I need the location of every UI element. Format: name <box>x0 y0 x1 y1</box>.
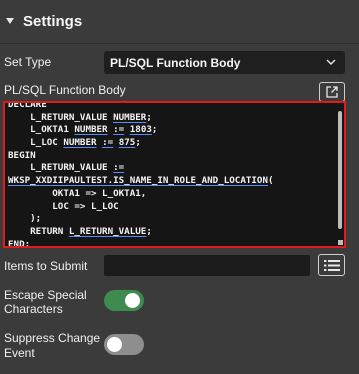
items-to-submit-input[interactable] <box>104 255 310 276</box>
chevron-down-icon[interactable] <box>6 18 14 24</box>
code-token: L_LOC <box>8 137 64 149</box>
plsql-code-editor[interactable]: DECLARE L_RETURN_VALUE NUMBER; L_OKTA1 N… <box>3 101 346 248</box>
code-token: LOC => L_LOC <box>8 200 119 212</box>
code-token: L_RETURN_VALUE <box>8 162 114 174</box>
code-token-flagged: WKSP_XXDIIPAULTEST.IS_NAME_IN_ROLE_AND_L… <box>8 175 268 187</box>
code-token-flagged: := <box>102 137 114 149</box>
section-title: Settings <box>23 13 83 30</box>
code-line: ); <box>8 213 274 226</box>
suppress-change-label-line1: Suppress Change <box>4 331 101 345</box>
code-line: WKSP_XXDIIPAULTEST.IS_NAME_IN_ROLE_AND_L… <box>8 175 274 188</box>
code-token: ( <box>267 175 274 187</box>
code-line: BEGIN <box>8 150 274 163</box>
list-icon <box>323 259 340 271</box>
code-token: ; <box>135 137 141 149</box>
code-token: BEGIN <box>8 149 36 161</box>
code-token-flagged: 1803 <box>129 124 152 136</box>
code-token: RETURN <box>8 225 69 237</box>
expand-editor-button[interactable] <box>319 82 345 102</box>
code-line: LOC => L_LOC <box>8 201 274 214</box>
editor-resize-handle[interactable] <box>338 240 343 245</box>
code-token: L_OKTA1 <box>8 124 75 136</box>
code-line: L_RETURN_VALUE NUMBER; <box>8 112 274 125</box>
code-token: L_RETURN_VALUE <box>8 111 114 123</box>
code-token: OKTA1 => L_OKTA1, <box>8 187 147 199</box>
code-line: L_RETURN_VALUE := <box>8 162 274 175</box>
escape-special-characters-toggle[interactable] <box>104 290 144 311</box>
code-token-flagged: L_RETURN_VALUE <box>68 225 147 237</box>
set-type-label: Set Type <box>4 55 52 69</box>
code-token-flagged: := <box>113 162 125 174</box>
code-line: L_LOC NUMBER := 875; <box>8 137 274 150</box>
function-body-label: PL/SQL Function Body <box>4 83 126 97</box>
code-token-flagged: := <box>113 124 125 136</box>
set-type-value: PL/SQL Function Body <box>110 55 241 70</box>
code-token: END; <box>8 238 31 248</box>
escape-special-label-line1: Escape Special <box>4 288 87 302</box>
code-token-flagged: NUMBER <box>74 124 108 136</box>
code-token: ; <box>146 225 152 237</box>
code-token: DECLARE <box>8 101 47 110</box>
code-token: ; <box>146 111 152 123</box>
set-type-select[interactable]: PL/SQL Function Body <box>104 51 345 74</box>
chevron-down-icon <box>326 59 336 65</box>
toggle-knob <box>107 337 122 352</box>
escape-special-label-line2: Characters <box>4 302 63 316</box>
code-line: L_OKTA1 NUMBER := 1803; <box>8 124 274 137</box>
code-token-flagged: NUMBER <box>113 111 147 123</box>
code-content[interactable]: DECLARE L_RETURN_VALUE NUMBER; L_OKTA1 N… <box>8 101 274 248</box>
code-line: OKTA1 => L_OKTA1, <box>8 188 274 201</box>
code-token-flagged: NUMBER <box>63 137 97 149</box>
code-line: DECLARE <box>8 101 274 112</box>
code-line: END; <box>8 238 274 248</box>
code-token: ; <box>151 124 158 136</box>
code-token-flagged: 875 <box>118 137 136 149</box>
items-list-button[interactable] <box>318 254 345 276</box>
editor-scrollbar[interactable] <box>338 111 342 229</box>
suppress-change-label-line2: Event <box>4 346 35 360</box>
suppress-change-event-toggle[interactable] <box>104 334 144 355</box>
code-line: RETURN L_RETURN_VALUE; <box>8 226 274 239</box>
items-to-submit-label: Items to Submit <box>4 259 88 273</box>
expand-editor-icon <box>326 86 338 98</box>
code-token: ); <box>8 213 42 225</box>
settings-section-header[interactable]: Settings <box>0 0 359 44</box>
toggle-knob <box>125 293 140 308</box>
